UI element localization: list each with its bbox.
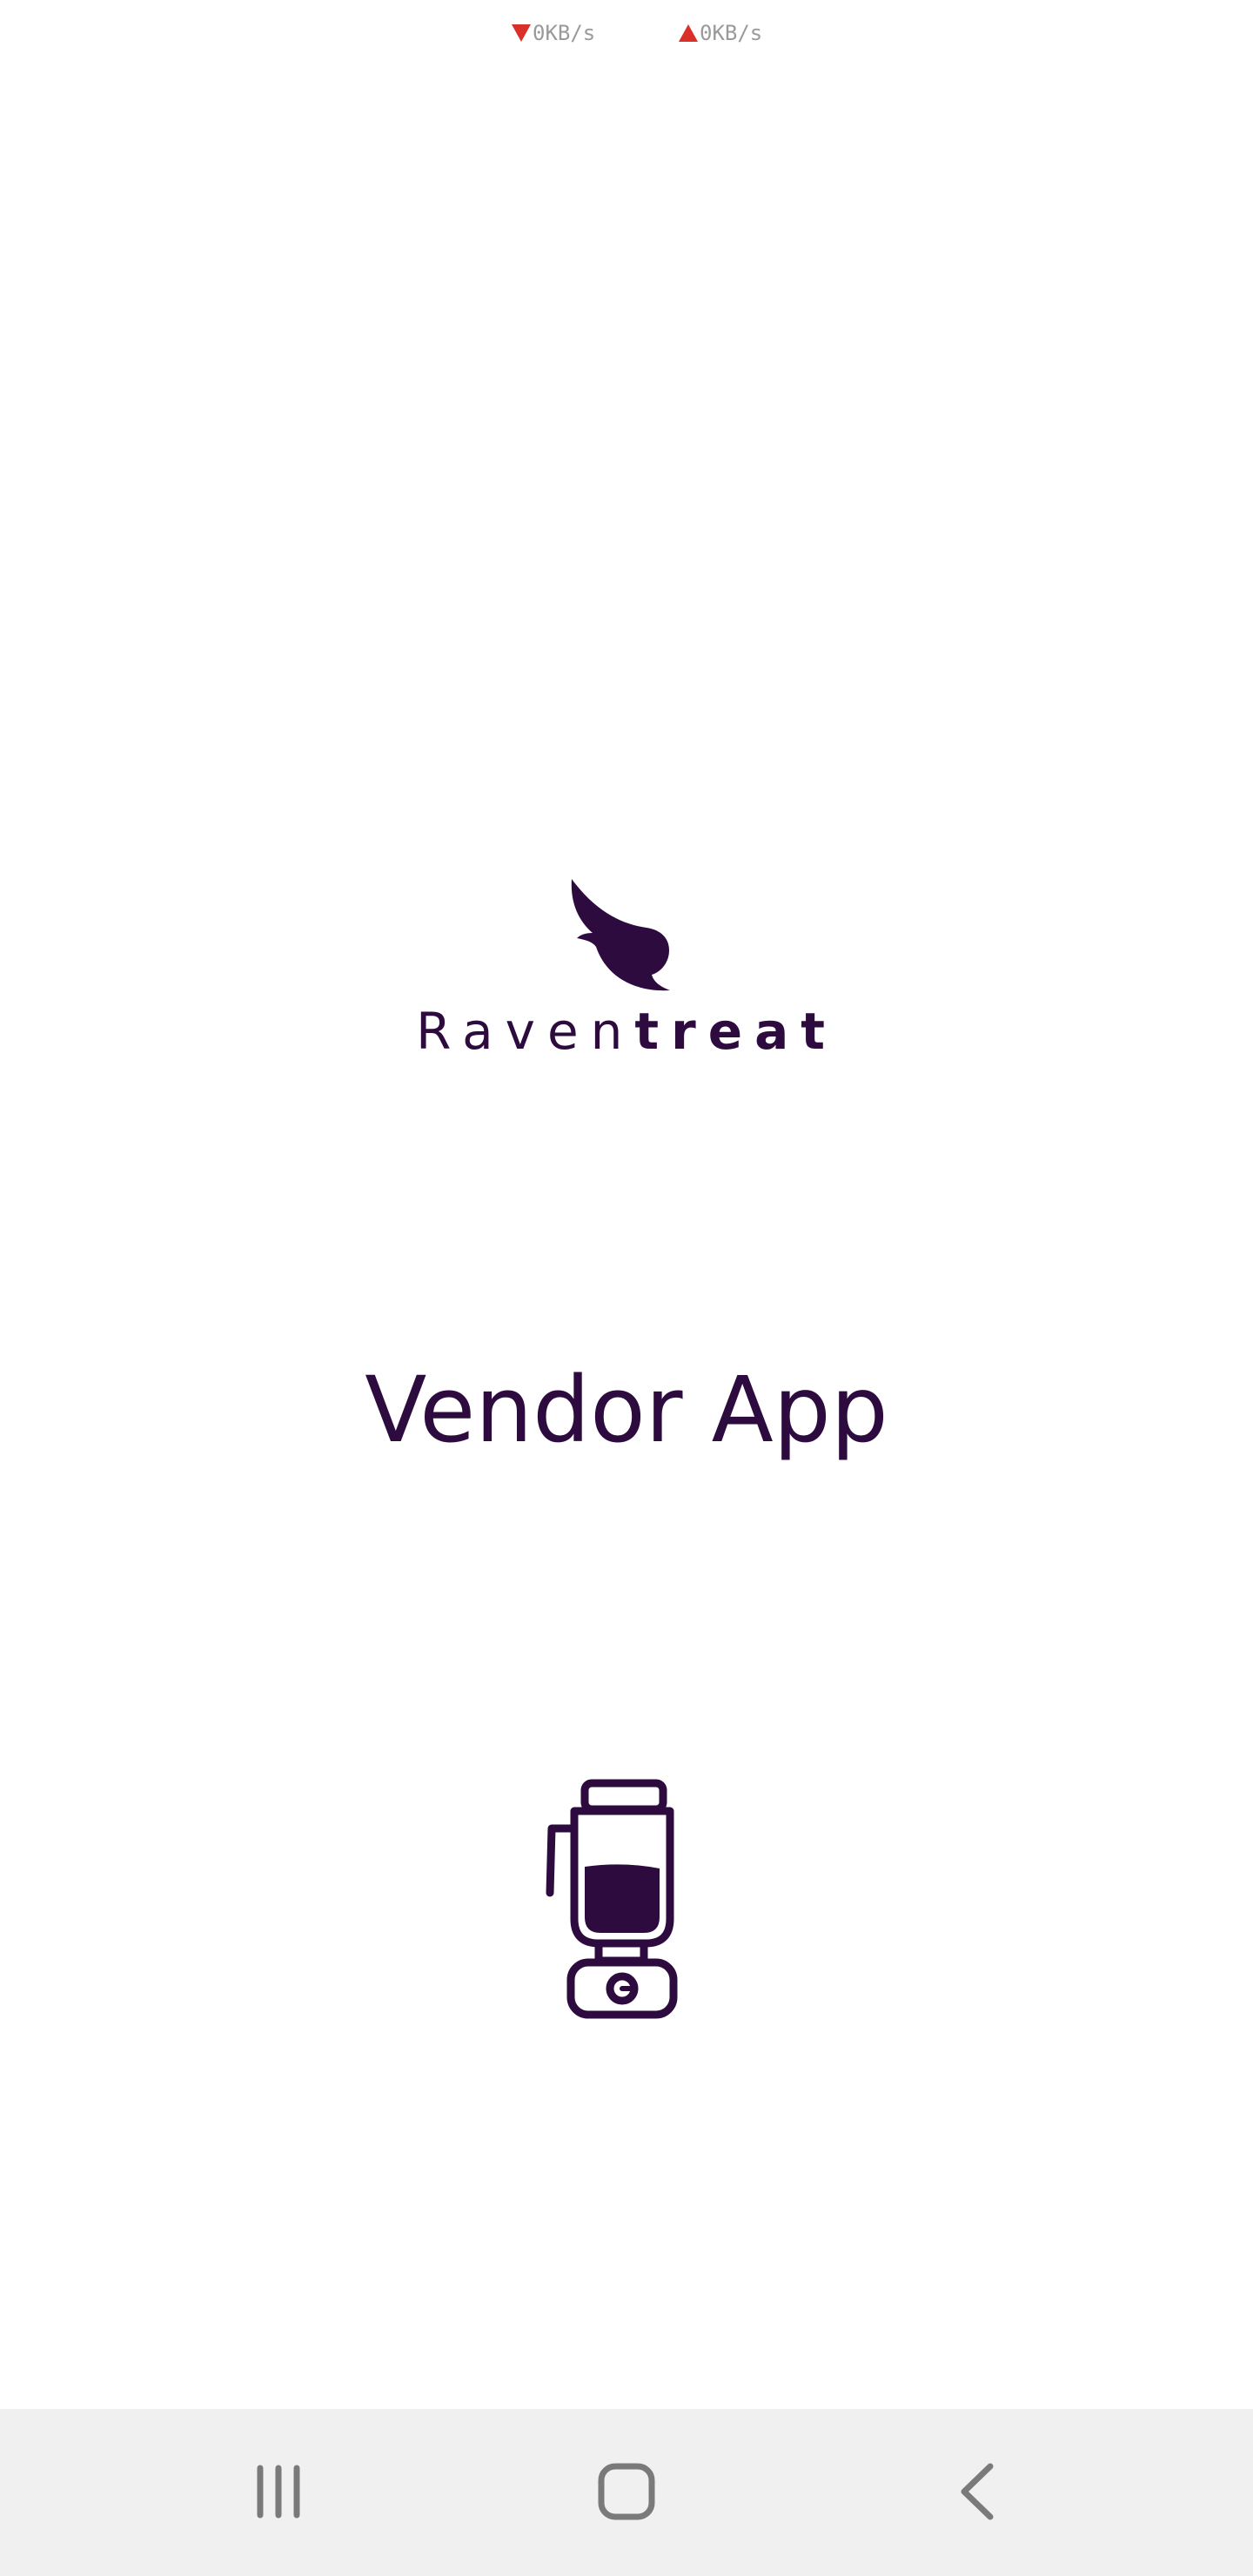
back-button[interactable] — [925, 2444, 1029, 2539]
upload-speed: 0KB/s — [679, 21, 762, 45]
splash-screen: 0KB/s 0KB/s Raventreat Vendor App — [0, 0, 1253, 2576]
brand-wordmark: Raventreat — [0, 1001, 1253, 1062]
app-title: Vendor App — [365, 1357, 888, 1463]
brand-name-bold: treat — [634, 1002, 837, 1061]
blender-icon — [546, 1779, 678, 2019]
status-bar: 0KB/s 0KB/s — [0, 0, 1253, 70]
upload-arrow-icon — [679, 24, 698, 42]
home-button[interactable] — [574, 2444, 679, 2539]
home-icon — [598, 2463, 655, 2520]
recent-apps-button[interactable] — [226, 2444, 331, 2539]
brand-name-light: Raven — [416, 1002, 635, 1061]
recent-apps-icon — [257, 2465, 300, 2519]
upload-speed-value: 0KB/s — [700, 21, 763, 45]
back-icon — [961, 2463, 994, 2520]
download-speed: 0KB/s — [512, 21, 595, 45]
download-arrow-icon — [512, 24, 531, 42]
navigation-bar — [0, 2409, 1253, 2576]
download-speed-value: 0KB/s — [533, 21, 596, 45]
raven-wing-icon — [571, 879, 670, 991]
